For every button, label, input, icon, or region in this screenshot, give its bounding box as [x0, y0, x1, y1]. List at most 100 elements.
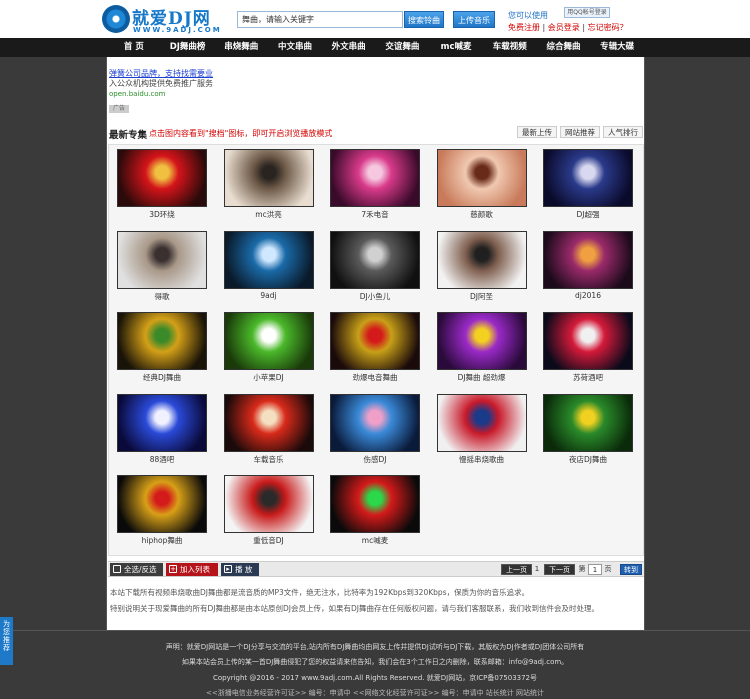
notice-line-2: 特别说明关于现爱舞曲的所有DJ舞曲都是由本站原创DJ会员上传，如果有DJ舞曲存在…	[110, 604, 599, 613]
footer-contact: 如果本站会员上传的某一首DJ舞曲侵犯了您的权益请来信告知，我们会在3个工作日之内…	[181, 658, 569, 666]
qq-login-button[interactable]: 用QQ帐号登录	[564, 7, 610, 18]
album-title[interactable]: 3D环绕	[109, 209, 215, 220]
nav-item[interactable]: 外文串曲	[322, 38, 376, 57]
album-cover[interactable]	[223, 149, 314, 207]
plus-icon: +	[169, 565, 177, 573]
goto-page-input[interactable]: 1	[588, 564, 602, 575]
site-logo[interactable]: 就爱DJ网 WWW.9ADJ.COM	[102, 5, 222, 35]
download-notice: 本站下载所有视频串烧歌曲DJ舞曲都是流音质的MP3文件，绝无注水，比特率为192…	[110, 585, 640, 617]
nav-item[interactable]: 车载视频	[483, 38, 537, 57]
nav-item[interactable]: mc喊麦	[429, 38, 483, 57]
album-title[interactable]: DJ小鱼儿	[322, 291, 428, 302]
album-title[interactable]: 7禾电音	[322, 209, 428, 220]
sort-tabs: 最新上传 网站推荐 人气排行	[517, 126, 643, 138]
ad-tag: 广告	[109, 105, 129, 113]
nav-item[interactable]: 首 页	[107, 38, 161, 57]
add-list-label: 加入列表	[180, 565, 210, 574]
link-separator: |	[542, 23, 546, 32]
ad-url[interactable]: open.baidu.com	[109, 89, 213, 99]
album-cover[interactable]	[543, 230, 633, 289]
footer-copyright: Copyright @2016 - 2017 www.9adj.com.All …	[212, 674, 538, 682]
ad-line-1[interactable]: 弹簧公司品牌，支持找需要业	[109, 69, 213, 79]
album-cover[interactable]	[436, 393, 527, 452]
footer-licenses[interactable]: <<浙播电信业务经营许可证>> 编号：申请中 <<网络文化经营许可证>> 编号：…	[0, 688, 750, 698]
album-title[interactable]: 慈颜歌	[429, 209, 535, 220]
upload-music-button[interactable]: 上传音乐	[453, 11, 495, 28]
album-cover[interactable]	[223, 312, 314, 370]
album-title[interactable]: 慢摇串烧歌曲	[429, 454, 535, 465]
album-title[interactable]: 苏荷酒吧	[535, 372, 641, 383]
prev-page-button[interactable]: 上一页	[501, 564, 532, 575]
link-separator: |	[582, 23, 586, 32]
album-title[interactable]: 夜店DJ舞曲	[535, 454, 641, 465]
album-title[interactable]: DJ阿圣	[429, 291, 535, 302]
album-cover[interactable]	[543, 393, 633, 452]
checkbox-icon	[113, 565, 121, 573]
section-hint: 点击图内容看到"搜档"图标，即可开启浏览播放模式	[149, 129, 333, 138]
album-title[interactable]: 9adj	[216, 291, 322, 300]
album-title[interactable]: 重低音DJ	[216, 535, 322, 546]
album-title[interactable]: DJ超强	[535, 209, 641, 220]
album-title[interactable]: 得歌	[109, 291, 215, 302]
ad-block[interactable]: 弹簧公司品牌，支持找需要业 入公众机构提供免费推广服务 open.baidu.c…	[109, 69, 213, 99]
album-cover[interactable]	[330, 230, 420, 289]
album-title[interactable]: 小苹果DJ	[216, 372, 322, 383]
album-title[interactable]: 经典DJ舞曲	[109, 372, 215, 383]
album-cover[interactable]	[543, 149, 633, 207]
album-title[interactable]: DJ舞曲 超劲爆	[429, 372, 535, 383]
nav-item[interactable]: 中文串曲	[268, 38, 322, 57]
nav-item[interactable]: 交谊舞曲	[376, 38, 430, 57]
main-nav: 首 页 DJ舞曲榜 串烧舞曲 中文串曲 外文串曲 交谊舞曲 mc喊麦 车载视频 综合舞曲 专辑大碟	[0, 38, 750, 57]
album-cover[interactable]	[436, 230, 527, 289]
nav-items: 首 页 DJ舞曲榜 串烧舞曲 中文串曲 外文串曲 交谊舞曲 mc喊麦 车载视频 综合舞曲 专辑大碟	[107, 38, 644, 57]
nav-item[interactable]: DJ舞曲榜	[161, 38, 215, 57]
album-title[interactable]: mc洪亮	[216, 209, 322, 220]
headphone-logo-icon	[102, 5, 130, 33]
login-prompt: 您可以使用	[508, 11, 548, 20]
member-login-link[interactable]: 会员登录	[548, 23, 580, 32]
album-title[interactable]: mc喊麦	[322, 535, 428, 546]
footer-disclaimer: 声明：就爱DJ网站是一个DJ分享与交流的平台,站内所有DJ舞曲均由网友上传并提供…	[165, 643, 585, 651]
search-button[interactable]: 搜索铃曲	[404, 11, 444, 28]
ad-line-2: 入公众机构提供免费推广服务	[109, 79, 213, 88]
notice-line-1: 本站下载所有视频串烧歌曲DJ舞曲都是流音质的MP3文件，绝无注水，比特率为192…	[110, 588, 530, 597]
album-title[interactable]: 伤感DJ	[322, 454, 428, 465]
nav-item[interactable]: 串烧舞曲	[214, 38, 268, 57]
section-title: 最新专集	[109, 130, 148, 141]
nav-item[interactable]: 综合舞曲	[537, 38, 591, 57]
album-cover[interactable]	[117, 149, 207, 207]
album-title[interactable]: dj2016	[535, 291, 641, 300]
album-cover[interactable]	[223, 475, 314, 533]
select-all-button[interactable]: 全选/反选	[110, 563, 163, 576]
album-cover[interactable]	[223, 393, 314, 452]
album-cover[interactable]	[223, 230, 314, 289]
sort-tab[interactable]: 最新上传	[517, 126, 557, 138]
album-cover[interactable]	[117, 393, 207, 452]
album-cover[interactable]	[330, 475, 420, 533]
goto-suffix: 页	[604, 565, 612, 573]
next-page-button[interactable]: 下一页	[544, 564, 575, 575]
add-to-list-button[interactable]: + 加入列表	[166, 563, 218, 576]
album-cover[interactable]	[330, 312, 420, 370]
album-cover[interactable]	[117, 230, 207, 289]
sort-tab[interactable]: 人气排行	[603, 126, 643, 138]
album-cover[interactable]	[436, 149, 527, 207]
album-cover[interactable]	[117, 475, 207, 533]
nav-item[interactable]: 专辑大碟	[590, 38, 644, 57]
album-title[interactable]: 车载音乐	[216, 454, 322, 465]
album-cover[interactable]	[436, 312, 527, 370]
album-cover[interactable]	[543, 312, 633, 370]
sort-tab[interactable]: 网站推荐	[560, 126, 600, 138]
play-button[interactable]: ▸ 播 放	[221, 563, 259, 576]
register-link[interactable]: 免费注册	[508, 23, 540, 32]
album-title[interactable]: 88酒吧	[109, 454, 215, 465]
album-cover[interactable]	[330, 393, 420, 452]
recommend-side-tab[interactable]: 为您推荐	[0, 617, 13, 665]
album-cover[interactable]	[330, 149, 420, 207]
album-title[interactable]: hiphop舞曲	[109, 535, 215, 546]
goto-button[interactable]: 转到	[620, 564, 642, 575]
forgot-password-link[interactable]: 忘记密码？	[588, 23, 628, 32]
album-title[interactable]: 劲爆电音舞曲	[322, 372, 428, 383]
search-input[interactable]	[237, 11, 403, 28]
album-cover[interactable]	[117, 312, 207, 370]
